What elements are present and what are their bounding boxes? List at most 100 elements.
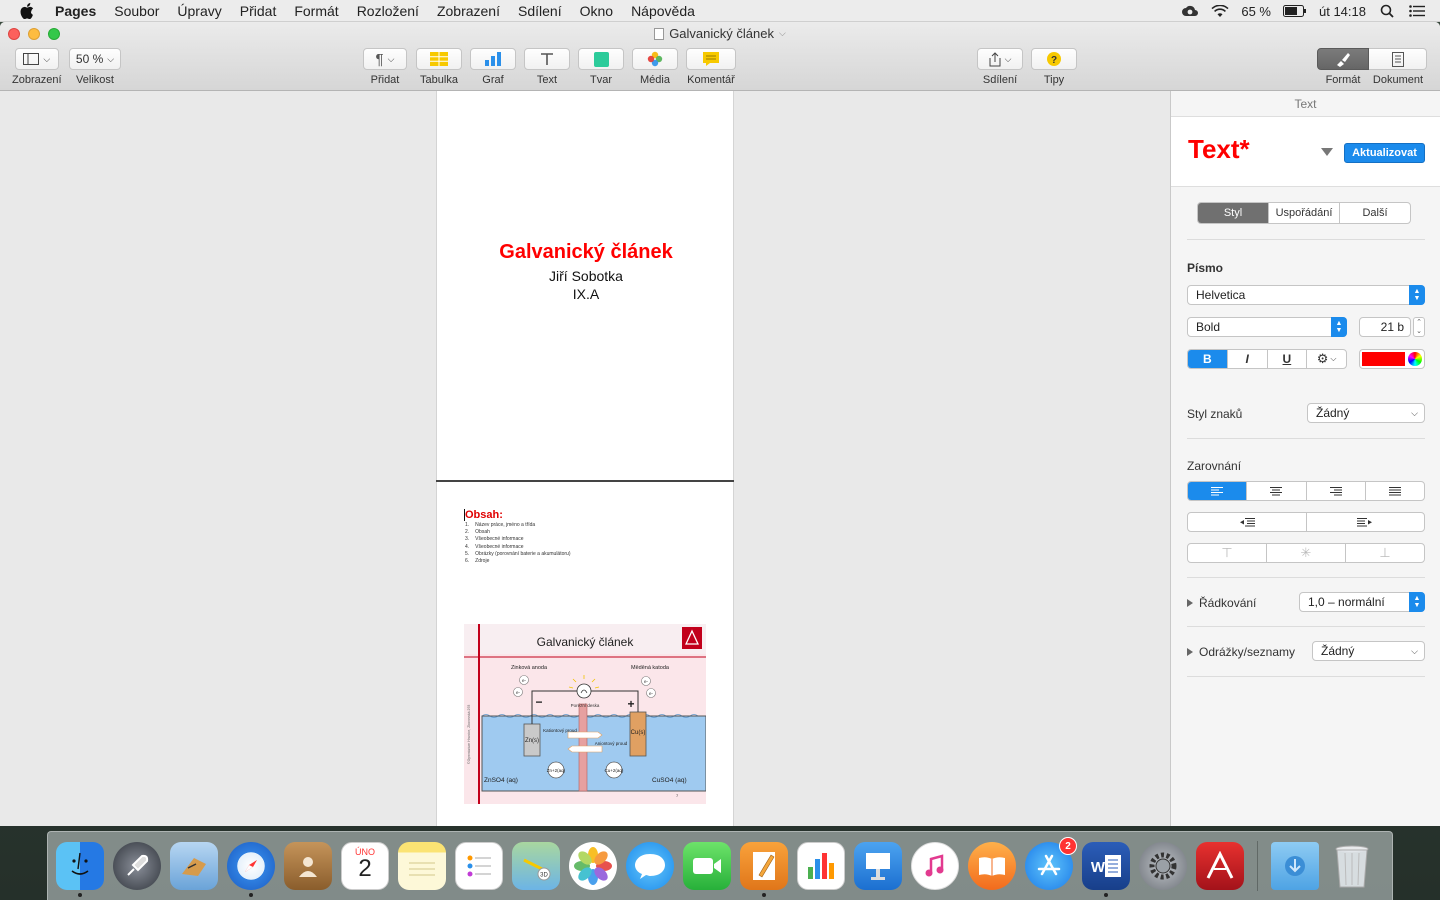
font-size-stepper[interactable]: ⌃ ⌄ [1413, 317, 1425, 337]
font-style-select[interactable]: Bold ▲ ▼ [1187, 317, 1347, 337]
table-button[interactable] [416, 48, 462, 70]
page-cover[interactable]: Galvanický článek Jiří Sobotka IX.A [436, 91, 734, 481]
bold-button[interactable]: B [1188, 350, 1227, 368]
menu-format[interactable]: Formát [285, 0, 347, 22]
spacing-select[interactable]: 1,0 – normální ▲ ▼ [1299, 592, 1425, 612]
text-color-well[interactable] [1359, 349, 1425, 369]
notes-icon[interactable] [398, 842, 446, 890]
clock[interactable]: út 14:18 [1319, 4, 1366, 19]
running-indicator [249, 893, 253, 897]
app-store-icon[interactable]: 2 [1025, 837, 1077, 890]
style-dropdown-icon[interactable] [1321, 148, 1333, 156]
align-top-button[interactable]: ⊤ [1188, 544, 1266, 562]
menu-file[interactable]: Soubor [105, 0, 168, 22]
align-left-button[interactable] [1188, 482, 1247, 500]
word-icon[interactable]: W [1082, 842, 1130, 897]
menu-pages[interactable]: Pages [46, 0, 105, 22]
contacts-icon[interactable] [284, 842, 332, 890]
text-options-button[interactable]: ⚙ ⌵ [1306, 350, 1346, 368]
spotlight-icon[interactable] [1378, 4, 1396, 18]
increase-indent-button[interactable] [1305, 513, 1425, 531]
facetime-icon[interactable] [683, 842, 731, 890]
tab-layout[interactable]: Uspořádání [1268, 203, 1339, 223]
menu-insert[interactable]: Přidat [231, 0, 286, 22]
photos-icon[interactable] [569, 842, 617, 890]
tab-more[interactable]: Další [1339, 203, 1410, 223]
keynote-icon[interactable] [854, 842, 902, 890]
finder-icon[interactable] [56, 842, 104, 897]
chart-button[interactable] [470, 48, 516, 70]
align-middle-button[interactable]: ✳ [1266, 544, 1345, 562]
update-style-button[interactable]: Aktualizovat [1344, 143, 1425, 163]
text-box-button[interactable] [524, 48, 570, 70]
chevron-down-icon: ⌵ [1330, 354, 1337, 363]
right-solution-label: CuSO4 (aq) [652, 777, 687, 784]
font-family-select[interactable]: Helvetica ▲ ▼ [1187, 285, 1425, 305]
downloads-folder-icon[interactable] [1271, 842, 1319, 890]
battery-icon[interactable] [1283, 4, 1307, 18]
galvanic-cell-image[interactable]: Galvanický článek ©Gymnázium Hranice, Zb… [464, 624, 706, 804]
window-title[interactable]: Galvanický článek ⌵ [0, 26, 1440, 41]
bullets-select[interactable]: Žádný ⌵ [1312, 641, 1425, 661]
decrease-indent-button[interactable] [1188, 513, 1306, 531]
notification-center-icon[interactable] [1408, 4, 1426, 18]
tab-style[interactable]: Styl [1198, 203, 1268, 223]
italic-button[interactable]: I [1226, 350, 1267, 368]
safari-icon[interactable] [227, 842, 275, 897]
menu-share[interactable]: Sdílení [509, 0, 571, 22]
media-button[interactable] [632, 48, 678, 70]
launchpad-icon[interactable] [113, 842, 161, 890]
wifi-icon[interactable] [1211, 4, 1229, 18]
tips-button[interactable]: ? [1031, 48, 1077, 70]
itunes-icon[interactable] [911, 842, 959, 890]
align-justify-button[interactable] [1364, 482, 1424, 500]
cover-author[interactable]: Jiří Sobotka [437, 268, 735, 284]
pages-app-icon[interactable] [740, 842, 788, 897]
numbers-icon[interactable] [797, 842, 845, 890]
apple-icon[interactable] [18, 2, 36, 20]
spacing-disclosure[interactable]: Řádkování [1187, 596, 1256, 610]
list-item-number: 1. [465, 522, 470, 528]
char-style-select[interactable]: Žádný ⌵ [1307, 403, 1425, 423]
align-right-button[interactable] [1305, 482, 1365, 500]
align-center-button[interactable] [1246, 482, 1305, 500]
system-preferences-icon[interactable] [1139, 842, 1187, 890]
toc-title[interactable]: Obsah: [465, 509, 503, 521]
format-button[interactable] [1317, 48, 1369, 70]
spacing-label: Řádkování [1199, 596, 1257, 610]
menu-edit[interactable]: Úpravy [168, 0, 230, 22]
messages-icon[interactable] [626, 842, 674, 890]
reminders-icon[interactable] [455, 842, 503, 890]
toc-list[interactable]: 1. Název práce, jméno a třída 2. Obsah 3. V… [465, 522, 571, 565]
shape-button[interactable] [578, 48, 624, 70]
color-wheel-icon[interactable] [1408, 352, 1422, 366]
format-label: Formát [1325, 74, 1361, 86]
menu-arrange[interactable]: Rozložení [348, 0, 428, 22]
page-contents[interactable]: Obsah: 1. Název práce, jméno a třída 2. Ob… [436, 482, 734, 826]
menu-help[interactable]: Nápověda [622, 0, 704, 22]
cover-class[interactable]: IX.A [437, 286, 735, 302]
zoom-select[interactable]: 50 % ⌵ [69, 48, 121, 70]
document-canvas[interactable]: Galvanický článek Jiří Sobotka IX.A Obsa… [0, 91, 1170, 826]
underline-button[interactable]: U [1266, 350, 1307, 368]
bullets-disclosure[interactable]: Odrážky/seznamy [1187, 645, 1295, 659]
autocad-icon[interactable] [1196, 842, 1244, 890]
align-top-icon: ⊤ [1221, 545, 1233, 560]
maps-icon[interactable]: 3D [512, 842, 560, 890]
ibooks-icon[interactable] [968, 842, 1016, 890]
calendar-icon[interactable]: ÚNO 2 [341, 842, 389, 890]
align-bottom-button[interactable]: ⊥ [1345, 544, 1424, 562]
view-button[interactable]: ⌵ [14, 48, 59, 70]
trash-icon[interactable] [1328, 842, 1376, 890]
menu-view[interactable]: Zobrazení [428, 0, 509, 22]
mail-icon[interactable] [170, 842, 218, 890]
comment-button[interactable] [686, 48, 736, 70]
share-button[interactable]: ⌵ [977, 48, 1023, 70]
font-size-field[interactable]: 21 b [1359, 317, 1411, 337]
insert-button[interactable]: ¶ ⌵ [363, 48, 407, 70]
document-button[interactable] [1369, 48, 1427, 70]
paragraph-style-name[interactable]: Text* [1188, 134, 1250, 165]
cover-title[interactable]: Galvanický článek [437, 241, 735, 264]
menu-window[interactable]: Okno [571, 0, 622, 22]
creative-cloud-icon[interactable] [1181, 4, 1199, 18]
